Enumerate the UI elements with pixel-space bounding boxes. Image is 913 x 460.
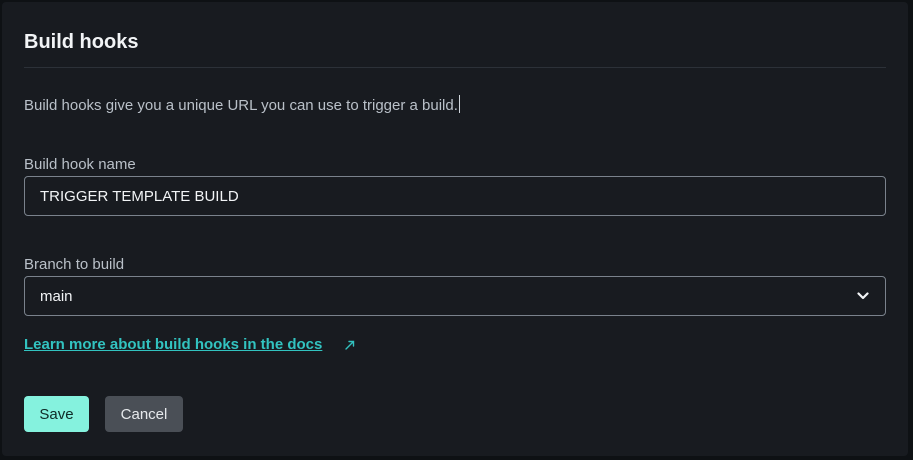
chevron-down-icon bbox=[856, 289, 870, 303]
branch-select-value: main bbox=[40, 287, 73, 305]
card-title: Build hooks bbox=[24, 31, 139, 53]
docs-link[interactable]: Learn more about build hooks in the docs bbox=[24, 335, 322, 355]
build-hook-name-input[interactable] bbox=[24, 176, 886, 216]
description-text: Build hooks give you a unique URL you ca… bbox=[24, 97, 458, 114]
build-hooks-card: Build hooks Build hooks give you a uniqu… bbox=[2, 2, 908, 456]
branch-select[interactable]: main bbox=[24, 276, 886, 316]
text-cursor bbox=[458, 95, 460, 113]
external-link-icon[interactable] bbox=[343, 338, 357, 352]
cancel-button[interactable]: Cancel bbox=[105, 396, 183, 432]
branch-to-build-label: Branch to build bbox=[24, 256, 125, 273]
card-description: Build hooks give you a unique URL you ca… bbox=[24, 95, 460, 116]
title-divider bbox=[24, 67, 886, 68]
save-button[interactable]: Save bbox=[24, 396, 89, 432]
build-hook-name-label: Build hook name bbox=[24, 156, 136, 173]
